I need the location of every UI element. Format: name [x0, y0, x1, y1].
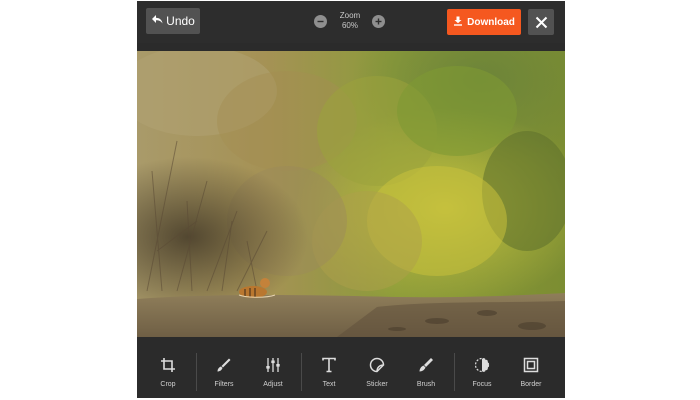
tool-adjust-label: Adjust — [263, 381, 283, 388]
tool-filters-label: Filters — [214, 381, 234, 388]
plus-icon — [375, 18, 382, 25]
tool-filters[interactable]: Filters — [198, 345, 250, 398]
divider — [301, 353, 302, 391]
tool-crop-label: Crop — [160, 381, 176, 388]
tool-text[interactable]: Text — [303, 345, 355, 398]
photo — [137, 51, 565, 337]
download-icon — [453, 16, 463, 29]
tool-brush-label: Brush — [416, 381, 436, 388]
zoom-in-button[interactable] — [372, 15, 385, 28]
tool-sticker-label: Sticker — [366, 381, 388, 388]
tool-text-label: Text — [322, 381, 336, 388]
tool-sticker[interactable]: Sticker — [351, 345, 403, 398]
tool-adjust[interactable]: Adjust — [247, 345, 299, 398]
download-label: Download — [467, 16, 515, 28]
photo-editor: Undo Zoom 60% Download Crop Filters Adju… — [137, 1, 565, 398]
top-bar: Undo Zoom 60% Download — [137, 1, 565, 43]
divider — [454, 353, 455, 391]
brush-icon — [419, 358, 433, 372]
border-icon — [523, 357, 539, 373]
photo-canvas[interactable] — [137, 51, 565, 337]
crop-icon — [161, 358, 175, 372]
zoom-label: Zoom — [339, 11, 361, 20]
close-icon — [535, 16, 547, 28]
undo-icon — [151, 14, 163, 28]
undo-button[interactable]: Undo — [146, 8, 200, 34]
divider — [196, 353, 197, 391]
zoom-indicator: Zoom 60% — [334, 11, 366, 31]
tool-crop[interactable]: Crop — [142, 345, 194, 398]
download-button[interactable]: Download — [447, 9, 521, 35]
tool-focus-label: Focus — [472, 381, 492, 388]
sticker-icon — [369, 357, 385, 373]
zoom-out-button[interactable] — [314, 15, 327, 28]
tool-brush[interactable]: Brush — [400, 345, 452, 398]
tool-focus[interactable]: Focus — [456, 345, 508, 398]
minus-icon — [317, 20, 324, 23]
focus-icon — [474, 357, 490, 373]
zoom-value: 60% — [341, 21, 358, 30]
tool-border[interactable]: Border — [505, 345, 557, 398]
text-icon — [322, 357, 336, 373]
tool-border-label: Border — [520, 381, 542, 388]
tool-bar: Crop Filters Adjust Text Sticker Brush F… — [137, 345, 565, 398]
filters-icon — [217, 358, 231, 372]
adjust-icon — [266, 358, 280, 372]
close-button[interactable] — [528, 9, 554, 35]
undo-label: Undo — [166, 14, 195, 28]
